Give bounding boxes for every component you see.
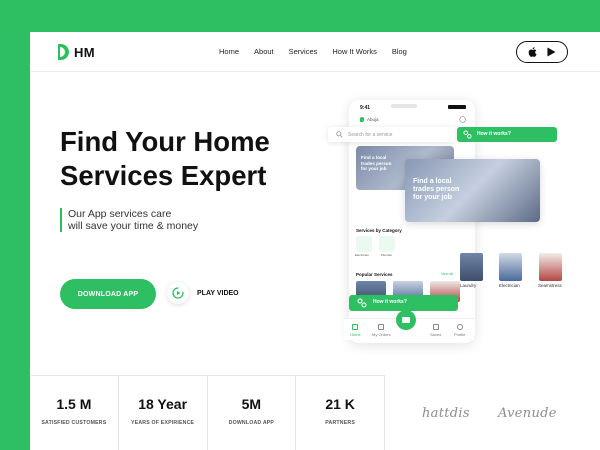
categories-title: Services by Category <box>356 228 402 233</box>
stat-label: YEARS OF EXPIRIENCE <box>131 420 195 426</box>
promo-banner-line-1: Find a local <box>413 178 452 185</box>
how-it-works-card-2[interactable]: How it works? <box>349 295 458 311</box>
nav-blog[interactable]: Blog <box>392 47 407 56</box>
hero-title: Find Your Home Services Expert <box>60 125 340 193</box>
nav-about[interactable]: About <box>254 47 274 56</box>
phone-banner-line-3: for your job <box>361 166 387 171</box>
stat-value: 5M <box>241 396 262 412</box>
tab-my-orders-label: My Orders <box>372 332 391 337</box>
gear-icon <box>463 130 472 139</box>
tab-saved-label: Saved <box>430 332 442 337</box>
how-it-works-card[interactable]: How it works? <box>457 127 557 142</box>
location-pin-icon <box>360 117 364 122</box>
play-video-button[interactable]: PLAY VIDEO <box>167 282 239 304</box>
app-store-links <box>516 41 568 63</box>
main-nav: Home About Services How It Works Blog <box>219 47 407 56</box>
view-all-link[interactable]: View all <box>441 272 453 276</box>
bell-icon[interactable]: ◯ <box>459 116 466 123</box>
bookmark-icon <box>432 324 439 330</box>
float-service-seamstress[interactable] <box>539 253 562 281</box>
popular-services-title: Popular Services <box>356 272 393 277</box>
tab-saved[interactable]: Saved <box>430 324 441 337</box>
search-input[interactable]: Search for a service <box>328 127 455 142</box>
nav-how-it-works[interactable]: How It Works <box>332 47 376 56</box>
play-store-icon[interactable] <box>547 47 556 57</box>
phone-banner-text: Find a local trades person for your job <box>361 155 391 172</box>
float-service-electrician[interactable] <box>499 253 522 281</box>
stat-label: SATISFIED CUSTOMERS <box>41 420 107 426</box>
search-icon <box>336 131 343 138</box>
top-navbar: HM Home About Services How It Works Blog <box>30 32 600 72</box>
partner-logo-hattdis: hattdis <box>422 406 470 421</box>
stat-label: PARTNERS <box>325 420 355 426</box>
stat-customers: 1.5 M SATISFIED CUSTOMERS <box>30 376 118 450</box>
promo-banner-line-3: for your job <box>413 194 452 201</box>
logo-text: HM <box>74 44 95 60</box>
tab-my-orders[interactable]: My Orders <box>372 324 391 337</box>
stat-experience: 18 Year YEARS OF EXPIRIENCE <box>117 376 207 450</box>
tagline-line-1: Our App services care <box>68 208 172 220</box>
hero-tagline: Our App services care will save your tim… <box>60 208 198 232</box>
user-icon <box>456 324 463 330</box>
phone-notch <box>391 104 417 108</box>
logo-mark-icon <box>58 44 69 60</box>
wallet-icon <box>402 317 410 323</box>
brand-logo[interactable]: HM <box>58 44 95 60</box>
stats-bar: 1.5 M SATISFIED CUSTOMERS 18 Year YEARS … <box>30 375 385 450</box>
landing-page: HM Home About Services How It Works Blog… <box>30 32 600 450</box>
tab-profile[interactable]: Profile <box>454 324 465 337</box>
tab-profile-label: Profile <box>454 332 466 337</box>
tagline-line-2: will save your time & money <box>68 220 199 232</box>
float-service-laundry-label: Laundry <box>460 283 477 288</box>
promo-banner-text: Find a local trades person for your job <box>413 178 459 202</box>
promo-banner[interactable]: Find a local trades person for your job <box>405 159 540 222</box>
float-service-laundry[interactable] <box>460 253 483 281</box>
nav-services[interactable]: Services <box>289 47 318 56</box>
gear-icon-2 <box>357 298 367 308</box>
battery-icon <box>448 105 466 109</box>
location-label: Abuja <box>367 117 379 122</box>
phone-time: 9:41 <box>360 105 371 111</box>
stat-value: 18 Year <box>138 396 188 412</box>
wallet-fab-button[interactable] <box>396 310 416 330</box>
play-circle-icon <box>167 282 189 304</box>
download-app-button[interactable]: DOWNLOAD APP <box>60 279 156 309</box>
promo-banner-line-2: trades person <box>413 186 460 193</box>
float-service-seamstress-label: Seamstress <box>538 283 562 288</box>
hero-title-line-1: Find Your Home <box>60 126 270 157</box>
stat-downloads: 5M DOWNLOAD APP <box>206 376 296 450</box>
search-placeholder: Search for a service <box>348 131 393 138</box>
category-plumber-label: Plumber <box>381 253 393 257</box>
category-electrician[interactable] <box>356 236 372 252</box>
how-it-works-label: How it works? <box>477 131 511 137</box>
tab-home[interactable]: Home <box>350 324 361 337</box>
phone-location[interactable]: Abuja <box>360 117 379 122</box>
tab-home-label: Home <box>350 332 361 337</box>
partner-logo-avenude: Avenude <box>498 406 557 421</box>
orders-icon <box>378 324 385 330</box>
stat-value: 1.5 M <box>56 396 92 412</box>
apple-icon[interactable] <box>528 47 537 57</box>
home-icon <box>352 324 359 330</box>
play-video-label: PLAY VIDEO <box>197 289 239 297</box>
category-plumber[interactable] <box>379 236 395 252</box>
stat-label: DOWNLOAD APP <box>228 420 275 426</box>
stat-partners: 21 K PARTNERS <box>295 376 384 450</box>
how-it-works-label-2: How it works? <box>373 299 407 305</box>
float-service-electrician-label: Electrician <box>499 283 520 288</box>
category-electrician-label: Electrician <box>355 253 369 257</box>
stat-value: 21 K <box>325 396 355 412</box>
hero-title-line-2: Services Expert <box>60 160 267 191</box>
nav-home[interactable]: Home <box>219 47 239 56</box>
